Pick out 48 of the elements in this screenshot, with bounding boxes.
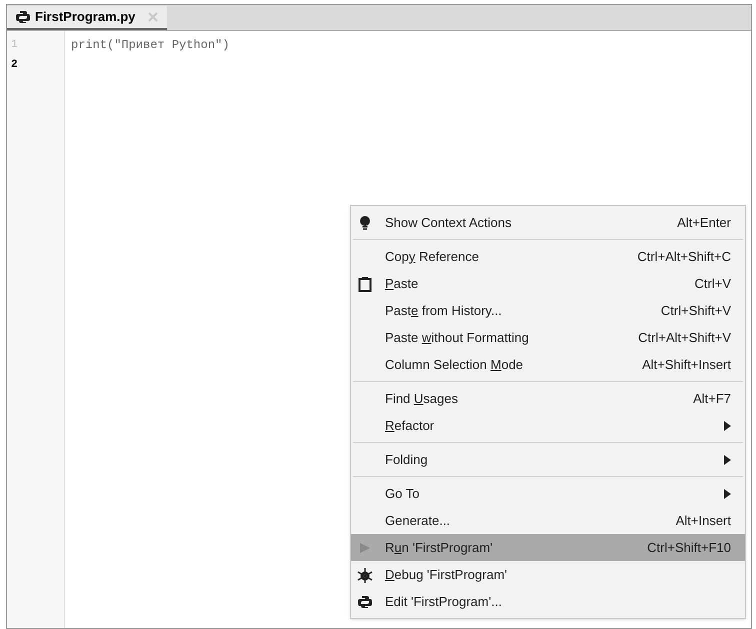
menu-item-label: Column Selection Mode [385, 356, 524, 374]
line-number: 2 [11, 58, 18, 73]
menu-item[interactable]: Paste Ctrl+V [351, 270, 745, 297]
file-tab[interactable]: FirstProgram.py [7, 6, 168, 30]
menu-item-label: Go To [385, 484, 420, 503]
menu-item-label: Run 'FirstProgram' [385, 538, 494, 557]
menu-item-label: Paste [385, 274, 420, 293]
lightbulb-icon [357, 214, 373, 230]
menu-item-label: Generate... [385, 512, 452, 530]
menu-item[interactable]: Debug 'FirstProgram' [351, 561, 745, 588]
shortcut-text: Ctrl+V [694, 274, 731, 293]
menu-item[interactable]: Paste from History... Ctrl+Shift+V [351, 297, 745, 324]
menu-item[interactable]: Refactor [351, 412, 745, 439]
shortcut-text: Alt+Insert [676, 512, 731, 530]
menu-item[interactable]: Show Context Actions Alt+Enter [351, 209, 745, 236]
menu-item-label: Copy Reference [385, 248, 480, 266]
menu-item-label: Refactor [385, 416, 436, 435]
menu-item[interactable]: Copy Reference Ctrl+Alt+Shift+C [351, 243, 745, 270]
menu-item[interactable]: Go To [351, 480, 745, 507]
menu-item[interactable]: Run 'FirstProgram' Ctrl+Shift+F10 [351, 534, 745, 561]
line-number: 1 [11, 38, 18, 53]
menu-item-label: Paste from History... [385, 302, 503, 320]
code-line: print("Привет Python") [71, 37, 230, 54]
menu-item[interactable]: Paste without Formatting Ctrl+Alt+Shift+V [351, 324, 745, 351]
menu-item[interactable]: Folding [351, 446, 745, 473]
menu-item[interactable]: Edit 'FirstProgram'... [351, 588, 745, 615]
shortcut-text: Ctrl+Shift+V [660, 302, 731, 320]
tab-title: FirstProgram.py [35, 8, 136, 26]
menu-item[interactable]: Find Usages Alt+F7 [351, 385, 745, 412]
menu-item-label: Debug 'FirstProgram' [385, 566, 508, 584]
menu-item[interactable]: Column Selection Mode Alt+Shift+Insert [351, 351, 745, 378]
shortcut-text: Ctrl+Alt+Shift+C [637, 248, 731, 266]
close-icon[interactable] [147, 11, 160, 23]
menu-item-label: Folding [385, 450, 429, 469]
menu-item-label: Edit 'FirstProgram'... [385, 592, 503, 611]
shortcut-text: Alt+Enter [677, 214, 731, 232]
menu-item-label: Show Context Actions [385, 214, 512, 232]
shortcut-text: Alt+F7 [693, 390, 731, 408]
shortcut-text: Ctrl+Shift+F10 [647, 538, 731, 557]
shortcut-text: Ctrl+Alt+Shift+V [638, 328, 731, 347]
clipboard-icon [357, 276, 373, 292]
menu-item-label: Paste without Formatting [385, 328, 530, 347]
python-file-icon [15, 9, 31, 25]
menu-item-label: Find Usages [385, 390, 459, 408]
menu-item[interactable]: Generate... Alt+Insert [351, 507, 745, 534]
python-logo-icon [357, 594, 373, 610]
bug-icon [357, 566, 373, 582]
shortcut-text: Alt+Shift+Insert [642, 356, 731, 374]
